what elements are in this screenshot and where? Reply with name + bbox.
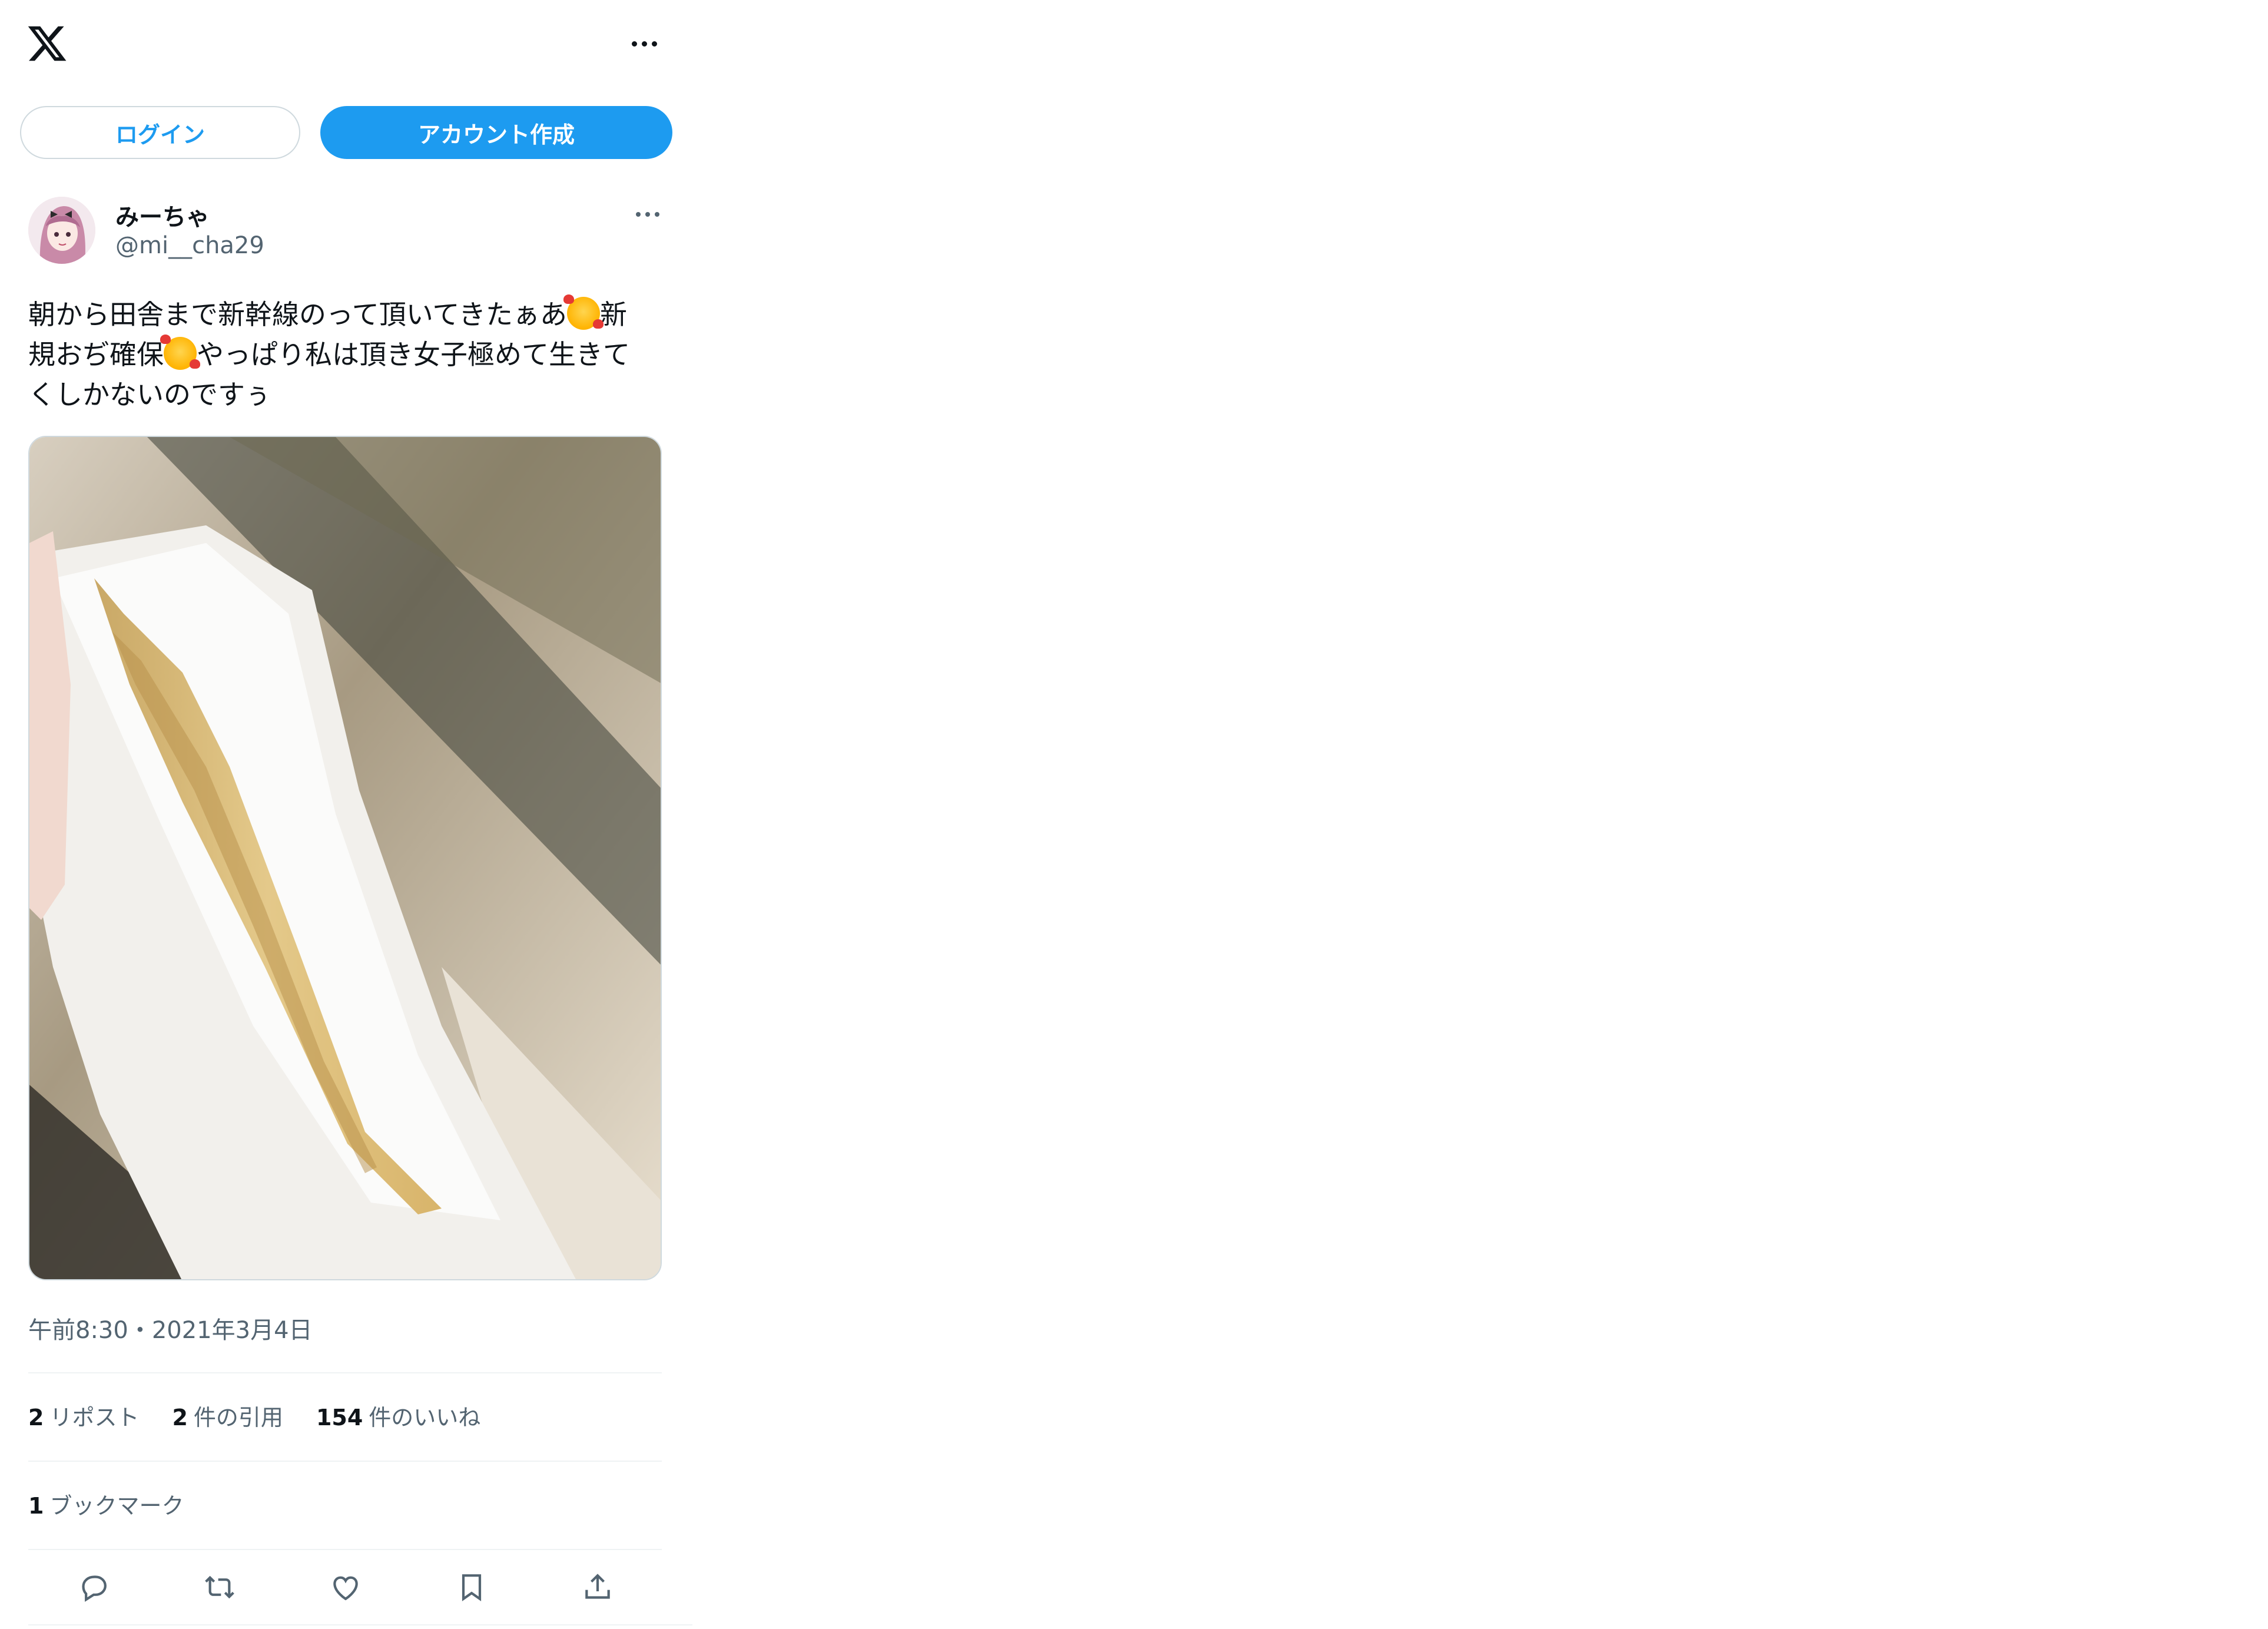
smiling-face-with-hearts-icon xyxy=(563,294,604,330)
more-options-icon[interactable] xyxy=(623,29,665,58)
quotes-stat[interactable]: 2 件の引用 xyxy=(172,1399,283,1432)
top-bar xyxy=(0,0,692,88)
share-icon[interactable] xyxy=(577,1567,618,1608)
divider xyxy=(28,1461,662,1462)
tweet-text-line3: くしかないのですぅ xyxy=(28,379,271,410)
tweet-text-line1: 朝から田舎まで新幹線のって頂いてきたぁあ xyxy=(28,299,567,330)
divider xyxy=(28,1372,662,1373)
avatar[interactable] xyxy=(28,197,95,264)
tweet-actions-bar xyxy=(28,1567,662,1608)
reply-icon[interactable] xyxy=(73,1567,114,1608)
reposts-count: 2 xyxy=(28,1405,44,1431)
bookmark-icon[interactable] xyxy=(451,1567,492,1608)
login-button[interactable]: ログイン xyxy=(20,106,300,159)
retweet-icon[interactable] xyxy=(199,1567,240,1608)
create-account-button[interactable]: アカウント作成 xyxy=(320,106,672,159)
tweet-column: ログイン アカウント作成 みーちゃ @mi__cha29 朝から田舎まで新幹線の… xyxy=(0,0,692,1629)
divider xyxy=(28,1549,662,1550)
tweet-timestamp[interactable]: 午前8:30・2021年3月4日 xyxy=(28,1311,313,1345)
bookmarks-label: ブックマーク xyxy=(49,1493,184,1519)
like-icon[interactable] xyxy=(325,1567,366,1608)
likes-label: 件のいいね xyxy=(369,1405,481,1431)
likes-count: 154 xyxy=(316,1405,363,1431)
bookmarks-stat[interactable]: 1 ブックマーク xyxy=(28,1488,184,1520)
tweet-photo[interactable] xyxy=(28,436,662,1280)
quotes-count: 2 xyxy=(172,1405,188,1431)
likes-stat[interactable]: 154 件のいいね xyxy=(316,1399,480,1432)
smiling-face-with-hearts-icon xyxy=(160,335,200,370)
quotes-label: 件の引用 xyxy=(193,1405,283,1431)
tweet-text-line1-end: 新 xyxy=(599,299,627,330)
page: ログイン アカウント作成 みーちゃ @mi__cha29 朝から田舎まで新幹線の… xyxy=(0,0,2268,1629)
tweet-text-line2b: やっぱり私は頂き女子極めて生きて xyxy=(197,339,630,370)
author-display-name[interactable]: みーちゃ xyxy=(115,198,210,232)
tweet-stats: 2 リポスト 2 件の引用 154 件のいいね xyxy=(28,1399,480,1432)
divider xyxy=(28,1624,692,1625)
reposts-label: リポスト xyxy=(49,1405,140,1431)
reposts-stat[interactable]: 2 リポスト xyxy=(28,1399,139,1432)
tweet-more-icon[interactable] xyxy=(626,200,669,229)
author-handle[interactable]: @mi__cha29 xyxy=(115,232,264,259)
bookmarks-count: 1 xyxy=(28,1493,44,1519)
tweet-text-line2a: 規おぢ確保 xyxy=(28,339,164,370)
tweet-text: 朝から田舎まで新幹線のって頂いてきたぁあ 新 規おぢ確保 やっぱり私は頂き女子極めて… xyxy=(28,294,664,415)
x-logo-icon[interactable] xyxy=(26,22,68,65)
